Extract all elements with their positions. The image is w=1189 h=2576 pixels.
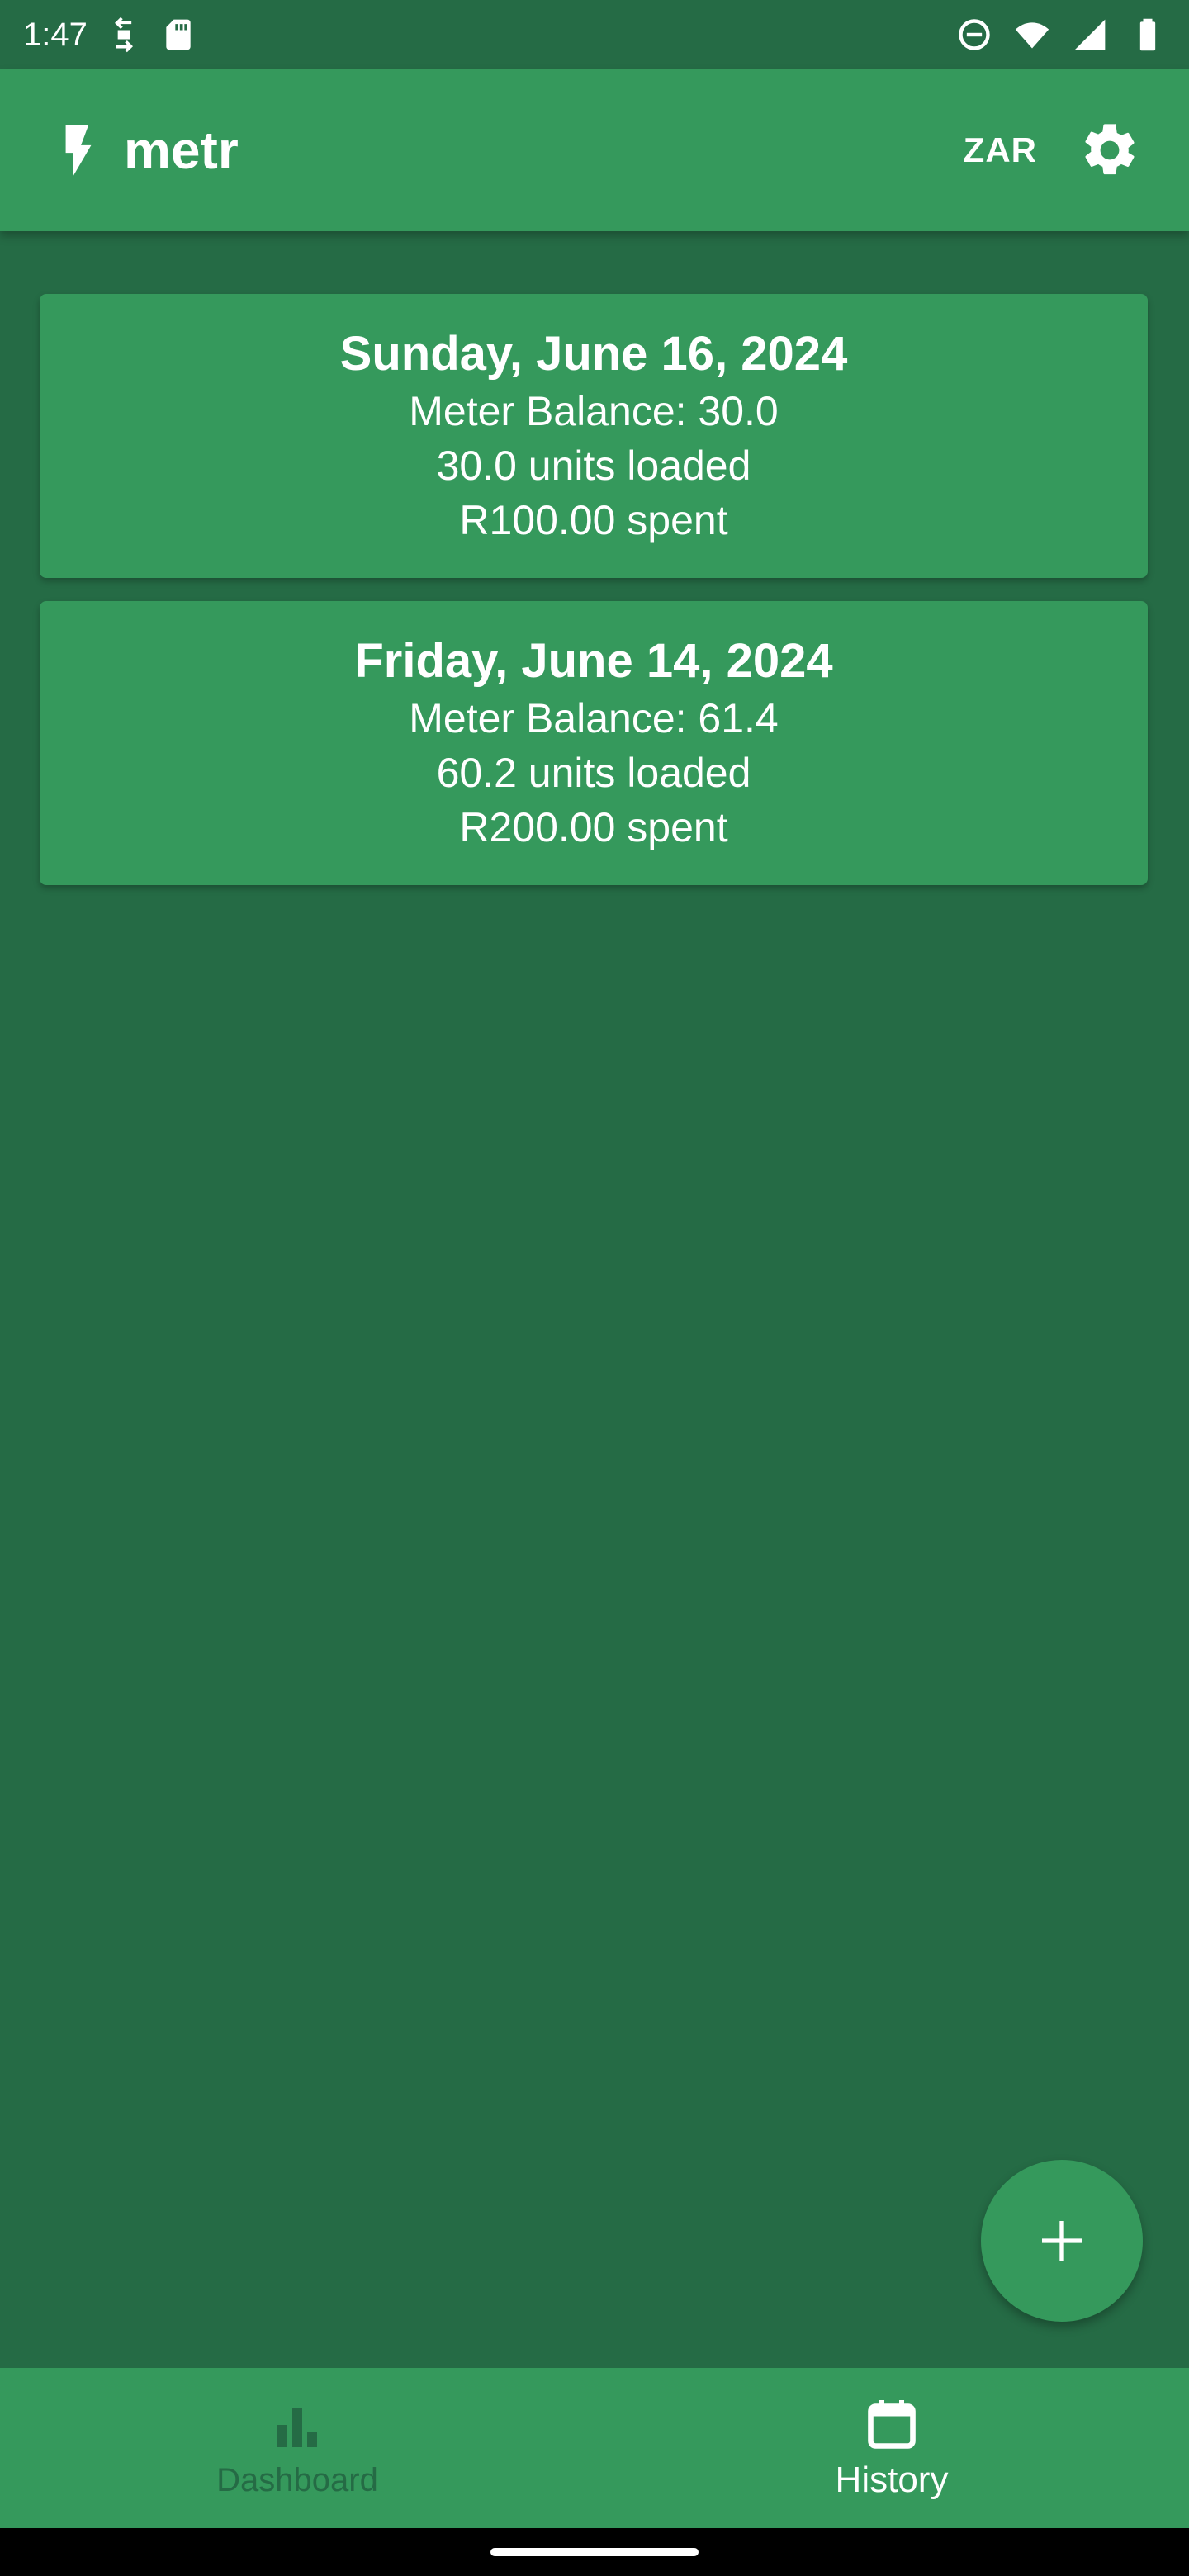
sd-card-icon [166,19,191,50]
history-card[interactable]: Sunday, June 16, 2024 Meter Balance: 30.… [40,294,1148,578]
status-bar: 1:47 [0,0,1189,69]
history-balance: Meter Balance: 30.0 [409,388,779,434]
signal-icon [1074,19,1106,50]
calendar-icon [868,2400,916,2449]
nav-history[interactable]: History [594,2368,1189,2528]
bolt-icon [65,125,92,176]
history-units: 60.2 units loaded [436,750,751,796]
status-time: 1:47 [23,16,88,53]
add-entry-button[interactable] [981,2160,1143,2322]
app-title: metr [124,121,239,180]
currency-button[interactable]: ZAR [964,130,1037,170]
history-spent: R100.00 spent [459,497,728,543]
history-card[interactable]: Friday, June 14, 2024 Meter Balance: 61.… [40,601,1148,885]
sync-icon [114,17,133,53]
bar-chart-icon [277,2407,317,2447]
bottom-nav: Dashboard History [0,2368,1189,2528]
gesture-bar [0,2528,1189,2576]
app-bar: metr ZAR [0,69,1189,231]
do-not-disturb-icon [959,19,990,50]
battery-icon [1139,18,1156,51]
nav-history-label: History [835,2460,949,2500]
history-date: Sunday, June 16, 2024 [339,327,848,381]
history-units: 30.0 units loaded [436,443,751,489]
gear-icon[interactable] [1078,119,1141,182]
nav-dashboard-label: Dashboard [216,2461,378,2498]
history-balance: Meter Balance: 61.4 [409,695,779,741]
history-spent: R200.00 spent [459,804,728,850]
nav-dashboard[interactable]: Dashboard [0,2368,594,2528]
plus-icon [1042,2221,1082,2261]
history-date: Friday, June 14, 2024 [354,634,833,688]
wifi-icon [1015,22,1049,49]
history-list: Sunday, June 16, 2024 Meter Balance: 30.… [40,294,1148,885]
home-gesture-handle[interactable] [490,2548,699,2556]
